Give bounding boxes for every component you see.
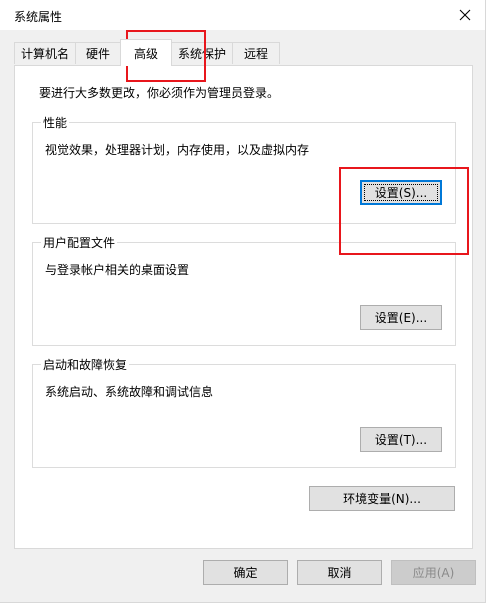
performance-settings-button[interactable]: 设置(S)... (360, 180, 442, 205)
admin-notice: 要进行大多数更改，你必须作为管理员登录。 (39, 86, 280, 100)
advanced-tab-panel: 要进行大多数更改，你必须作为管理员登录。 性能 视觉效果，处理器计划，内存使用，… (14, 65, 473, 549)
performance-group-title: 性能 (41, 114, 70, 131)
system-properties-dialog: 系统属性 计算机名 硬件 高级 系统保护 远程 要进行大多数更改，你必须作为管理… (0, 0, 486, 603)
tab-hardware[interactable]: 硬件 (75, 42, 121, 64)
performance-group: 性能 视觉效果，处理器计划，内存使用，以及虚拟内存 设置(S)... (32, 114, 456, 224)
tab-computer-name[interactable]: 计算机名 (14, 42, 76, 64)
startup-recovery-description: 系统启动、系统故障和调试信息 (45, 385, 214, 399)
close-button[interactable] (445, 0, 485, 30)
tab-remote[interactable]: 远程 (232, 42, 280, 64)
startup-recovery-settings-button[interactable]: 设置(T)... (360, 427, 442, 452)
title-bar: 系统属性 (0, 0, 485, 30)
user-profiles-group: 用户配置文件 与登录帐户相关的桌面设置 设置(E)... (32, 234, 456, 346)
window-title: 系统属性 (14, 10, 63, 24)
startup-recovery-group: 启动和故障恢复 系统启动、系统故障和调试信息 设置(T)... (32, 356, 456, 468)
user-profiles-group-title: 用户配置文件 (41, 234, 118, 251)
startup-recovery-group-title: 启动和故障恢复 (41, 356, 130, 373)
cancel-button[interactable]: 取消 (297, 560, 382, 585)
user-profiles-description: 与登录帐户相关的桌面设置 (45, 263, 190, 277)
ok-button[interactable]: 确定 (203, 560, 288, 585)
close-icon (459, 9, 471, 21)
performance-description: 视觉效果，处理器计划，内存使用，以及虚拟内存 (45, 143, 310, 157)
tab-system-protection[interactable]: 系统保护 (171, 42, 233, 64)
tab-advanced[interactable]: 高级 (120, 39, 172, 66)
environment-variables-button[interactable]: 环境变量(N)... (309, 486, 455, 511)
apply-button[interactable]: 应用(A) (391, 560, 476, 585)
user-profiles-settings-button[interactable]: 设置(E)... (360, 305, 442, 330)
